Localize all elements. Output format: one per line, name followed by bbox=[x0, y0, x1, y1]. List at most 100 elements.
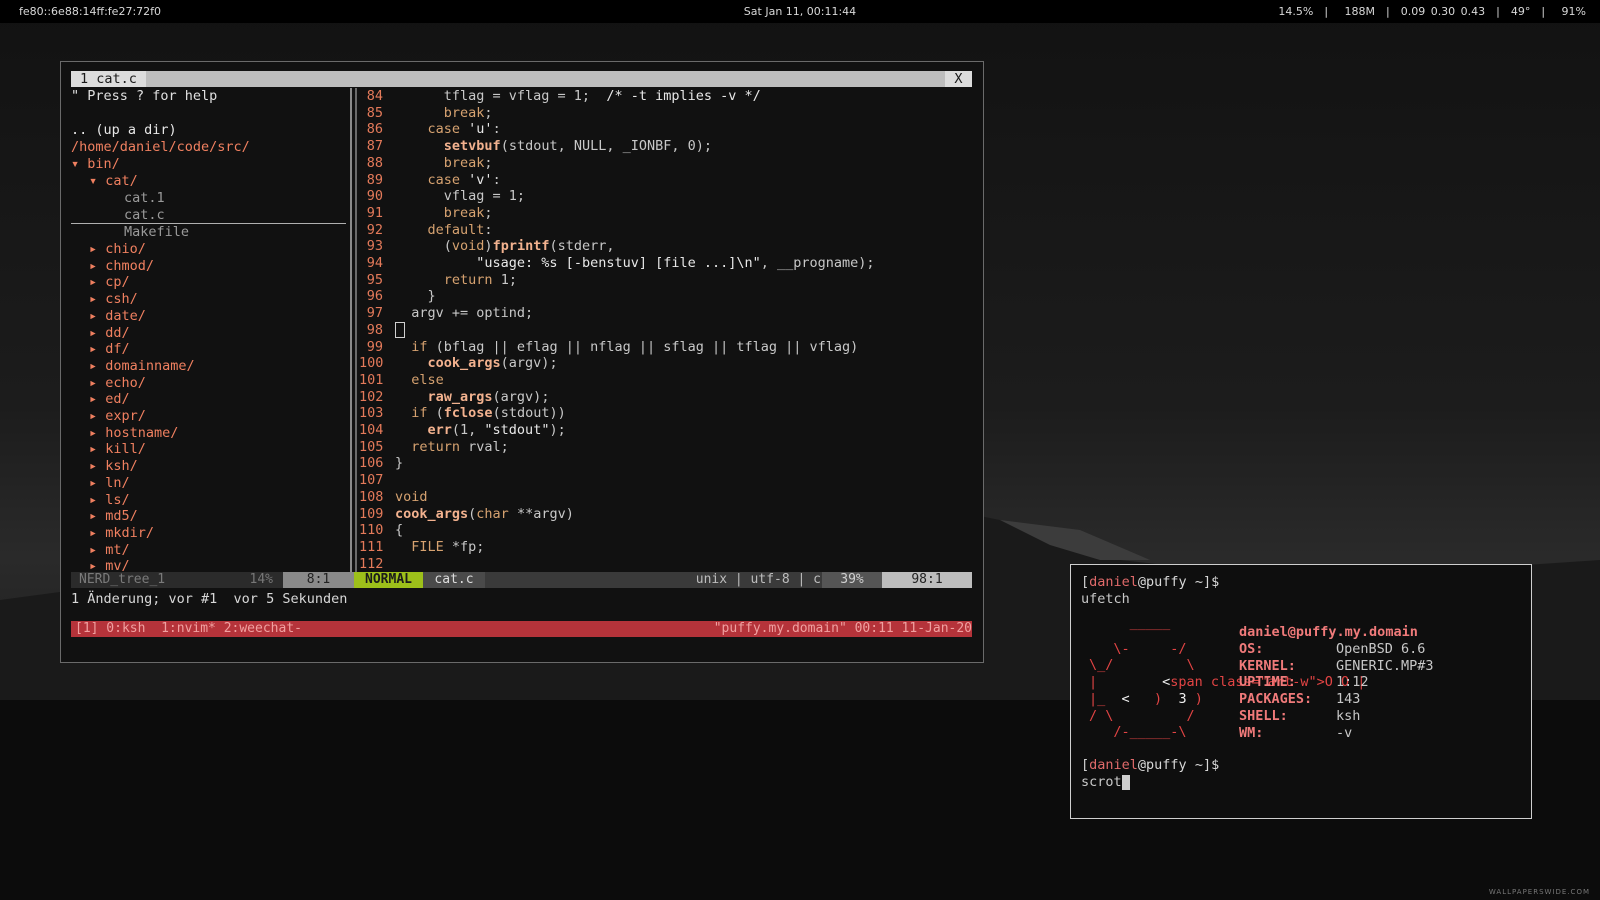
collapsed-arrow-icon: ▸ bbox=[89, 541, 106, 558]
nerdtree-dir[interactable]: ▸ date/ bbox=[89, 308, 146, 325]
line-number: 100 bbox=[359, 355, 384, 372]
code-line[interactable]: 90 vflag = 1; bbox=[359, 188, 525, 205]
nerdtree-dir-cat[interactable]: ▾ cat/ bbox=[89, 173, 138, 190]
code-text: break; bbox=[443, 154, 493, 171]
fetch-info-key: UPTIME: bbox=[1239, 674, 1296, 691]
code-line[interactable]: 89 case 'v': bbox=[359, 172, 501, 189]
nerdtree-dir[interactable]: ▸ hostname/ bbox=[89, 425, 178, 442]
fetch-info-key: OS: bbox=[1239, 641, 1264, 657]
code-line[interactable]: 91 break; bbox=[359, 205, 493, 222]
nerdtree-dir[interactable]: ▸ csh/ bbox=[89, 291, 138, 308]
code-text: raw_args(argv); bbox=[427, 388, 550, 405]
nerdtree-dir[interactable]: ▸ ed/ bbox=[89, 391, 130, 408]
tmux-window-list[interactable]: [1] 0:ksh 1:nvim* 2:weechat- bbox=[75, 621, 302, 637]
line-number: 112 bbox=[359, 555, 384, 572]
code-line[interactable]: 106} bbox=[359, 455, 403, 472]
fetch-info-row: SHELL: ksh bbox=[1239, 708, 1360, 725]
line-number: 88 bbox=[366, 154, 383, 171]
nerdtree-dir[interactable]: ▸ dd/ bbox=[89, 325, 130, 342]
fetch-info-row: PACKAGES: 143 bbox=[1239, 691, 1360, 708]
code-line[interactable]: 103 if (fclose(stdout)) bbox=[359, 405, 566, 422]
shell-input-line[interactable]: scrot bbox=[1081, 774, 1130, 791]
code-line[interactable]: 96 } bbox=[359, 288, 436, 305]
code-text: vflag = 1; bbox=[395, 188, 526, 205]
nerdtree-dir-label: ls/ bbox=[105, 491, 130, 508]
code-line[interactable]: 86 case 'u': bbox=[359, 121, 501, 138]
nerdtree-up-dir[interactable]: .. (up a dir) bbox=[71, 122, 177, 139]
line-number: 89 bbox=[366, 171, 383, 188]
nerdtree-dir[interactable]: ▸ mt/ bbox=[89, 542, 130, 559]
code-line[interactable]: 111 FILE *fp; bbox=[359, 539, 484, 556]
nerdtree-dir[interactable]: ▸ chio/ bbox=[89, 241, 146, 258]
tmux-status-bar: [1] 0:ksh 1:nvim* 2:weechat- "puffy.my.d… bbox=[71, 621, 972, 637]
fetch-info-value: ksh bbox=[1336, 707, 1361, 724]
code-line[interactable]: 95 return 1; bbox=[359, 272, 517, 289]
nerdtree-dir[interactable]: ▸ md5/ bbox=[89, 508, 138, 525]
nerdtree-dir[interactable]: ▸ cp/ bbox=[89, 274, 130, 291]
nerdtree-panel[interactable]: " Press ? for help .. (up a dir) /home/d… bbox=[71, 88, 351, 588]
collapsed-arrow-icon: ▸ bbox=[89, 241, 106, 257]
code-line[interactable]: 85 break; bbox=[359, 105, 493, 122]
code-line[interactable]: 112 bbox=[359, 556, 395, 573]
nerdtree-dir[interactable]: ▸ df/ bbox=[89, 341, 130, 358]
collapsed-arrow-icon: ▸ bbox=[89, 491, 106, 508]
nerdtree-dir[interactable]: ▸ mkdir/ bbox=[89, 525, 154, 542]
nerdtree-file[interactable]: Makefile bbox=[124, 224, 189, 241]
nerdtree-dir-bin[interactable]: ▾ bin/ bbox=[71, 156, 120, 173]
nerdtree-dir[interactable]: ▸ kill/ bbox=[89, 441, 146, 458]
fetch-info-row: OS: OpenBSD 6.6 bbox=[1239, 641, 1425, 658]
line-number: 106 bbox=[359, 455, 384, 472]
code-line[interactable]: 98 bbox=[359, 321, 405, 339]
line-number: 94 bbox=[366, 255, 383, 271]
terminal-window-ufetch[interactable]: [daniel@puffy ~]$ ufetch _____ \- -/\_/ … bbox=[1070, 564, 1532, 819]
code-text: if (fclose(stdout)) bbox=[411, 405, 566, 422]
nerdtree-dir-label: date/ bbox=[105, 307, 146, 324]
code-line[interactable]: 84 tflag = vflag = 1; /* -t implies -v *… bbox=[359, 88, 761, 105]
close-tab-button[interactable]: X bbox=[945, 71, 972, 87]
code-line[interactable]: 109 cook_args(char **argv) bbox=[359, 506, 574, 523]
code-line[interactable]: 101 else bbox=[359, 372, 444, 389]
ascii-art-line: / \ / bbox=[1089, 707, 1195, 724]
line-number: 84 bbox=[366, 88, 383, 104]
code-line[interactable]: 105 return rval; bbox=[359, 439, 509, 456]
code-line[interactable]: 87 setvbuf(stdout, NULL, _IONBF, 0); bbox=[359, 138, 712, 155]
terminal-window-nvim[interactable]: 1 cat.c X " Press ? for help .. (up a di… bbox=[60, 61, 984, 663]
line-number: 101 bbox=[359, 371, 384, 388]
code-text: tflag = vflag = 1; /* -t implies -v */ bbox=[395, 88, 761, 104]
code-line[interactable]: 107 bbox=[359, 472, 395, 489]
line-number: 104 bbox=[359, 422, 384, 438]
nerdtree-dir-label: ksh/ bbox=[105, 458, 138, 475]
fetch-info-row: UPTIME: 1:12 bbox=[1239, 674, 1369, 691]
code-editor[interactable]: 84 tflag = vflag = 1; /* -t implies -v *… bbox=[359, 88, 972, 588]
tab-cat-c[interactable]: 1 cat.c bbox=[71, 71, 146, 87]
code-line[interactable]: 99 if (bflag || eflag || nflag || sflag … bbox=[359, 339, 859, 356]
code-line[interactable]: 102 raw_args(argv); bbox=[359, 389, 549, 406]
nerdtree-file-selected[interactable]: cat.c bbox=[71, 207, 346, 224]
code-line[interactable]: 100 cook_args(argv); bbox=[359, 355, 558, 372]
nerdtree-file[interactable]: cat.1 bbox=[124, 190, 165, 207]
nerdtree-dir[interactable]: ▸ ln/ bbox=[89, 475, 130, 492]
nerdtree-dir-label: md5/ bbox=[105, 508, 138, 525]
ascii-art-line: |_ < ) 3 ) bbox=[1089, 690, 1203, 707]
code-line[interactable]: 94 "usage: %s [-benstuv] [file ...]\n", … bbox=[359, 255, 875, 272]
nerdtree-dir[interactable]: ▸ expr/ bbox=[89, 408, 146, 425]
nerdtree-dir[interactable]: ▸ domainname/ bbox=[89, 358, 195, 375]
shell-command: ufetch bbox=[1081, 591, 1130, 607]
code-line[interactable]: 110 { bbox=[359, 522, 403, 539]
line-number: 91 bbox=[366, 204, 383, 221]
split-divider bbox=[355, 88, 357, 579]
code-line[interactable]: 92 default: bbox=[359, 222, 493, 239]
code-line[interactable]: 108 void bbox=[359, 489, 428, 506]
nerdtree-dir[interactable]: ▸ chmod/ bbox=[89, 258, 154, 275]
nerdtree-dir[interactable]: ▸ ksh/ bbox=[89, 458, 138, 475]
split-divider[interactable] bbox=[350, 88, 352, 579]
code-line[interactable]: 104 err(1, "stdout"); bbox=[359, 422, 566, 439]
code-line[interactable]: 93 (void)fprintf(stderr, bbox=[359, 238, 615, 255]
nerdtree-dir[interactable]: ▸ echo/ bbox=[89, 375, 146, 392]
nerdtree-root-path[interactable]: /home/daniel/code/src/ bbox=[71, 139, 250, 156]
line-number: 108 bbox=[359, 488, 384, 505]
nerdtree-dir[interactable]: ▸ ls/ bbox=[89, 492, 130, 509]
code-text: return rval; bbox=[411, 438, 509, 455]
code-line[interactable]: 97 argv += optind; bbox=[359, 305, 533, 322]
code-line[interactable]: 88 break; bbox=[359, 155, 493, 172]
